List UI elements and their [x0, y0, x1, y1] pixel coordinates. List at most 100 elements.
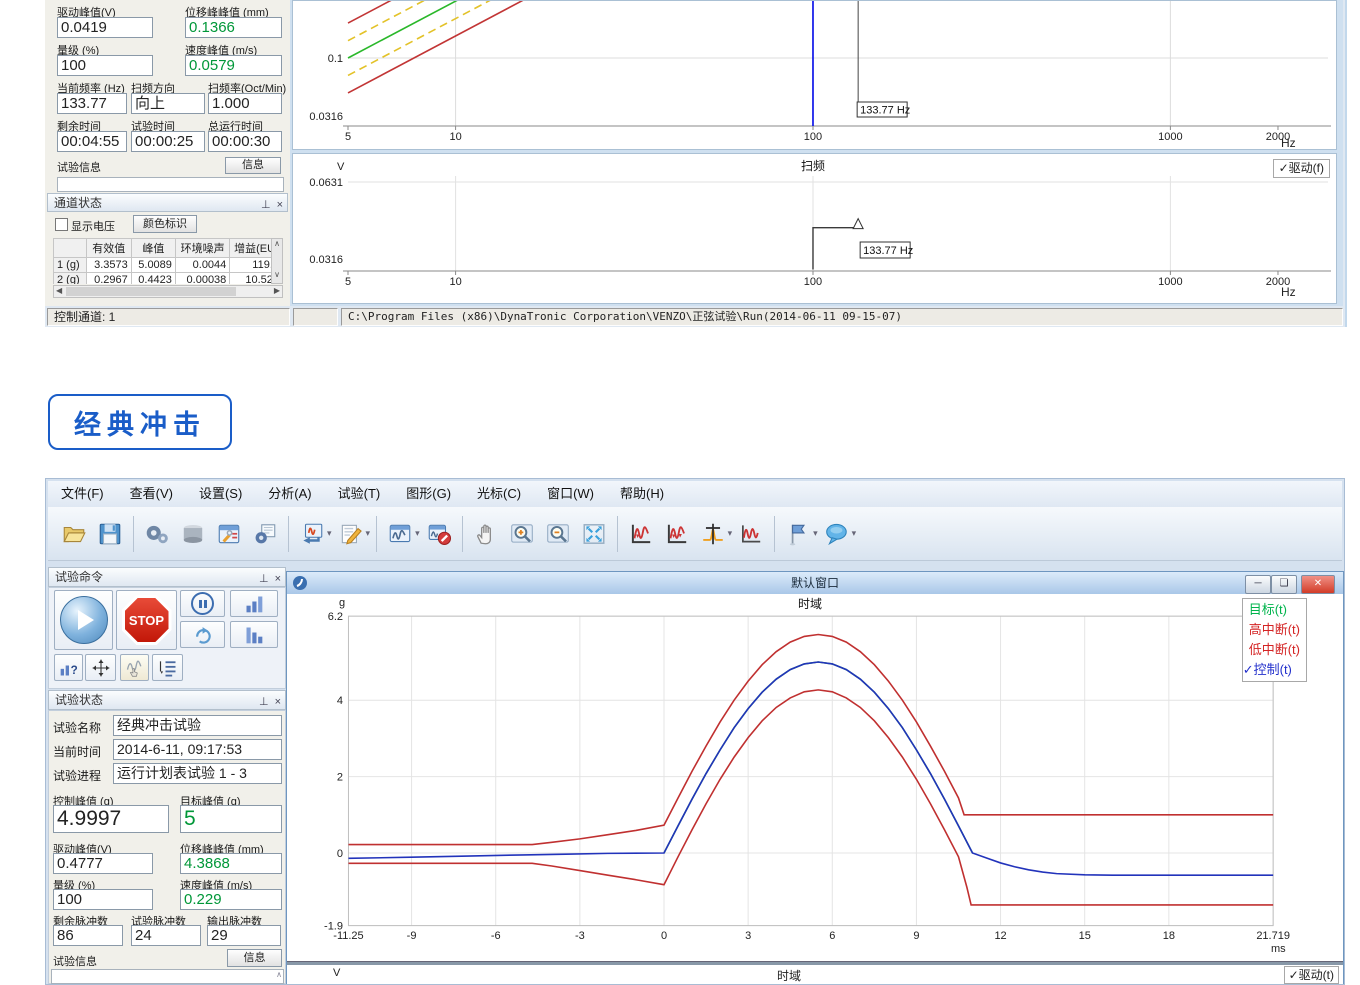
info-button[interactable]: 信息	[225, 157, 281, 174]
menu-view[interactable]: 查看(V)	[117, 481, 186, 507]
bars-up-icon	[243, 594, 265, 614]
channel-table-hscroll[interactable]: ◀ ▶	[53, 285, 283, 298]
flag-marker-icon[interactable]	[780, 516, 816, 552]
channel-table: 有效值峰值环境噪声增益(EU/1 (g)3.35735.00890.004411…	[53, 238, 283, 284]
menu-file[interactable]: 文件(F)	[48, 481, 117, 507]
status-row-label: 试验名称	[53, 719, 101, 736]
svg-text:5: 5	[345, 131, 351, 143]
manual-control-button[interactable]	[120, 654, 149, 681]
pin-icon[interactable]: ⊥	[259, 693, 269, 711]
legend-item[interactable]: 高中断(t)	[1249, 620, 1300, 640]
svg-text:0.0631: 0.0631	[309, 177, 343, 189]
signal-graph-icon[interactable]	[733, 516, 769, 552]
sweep-chart-panel: 扫频V133.77 Hz51010010002000Hz0.06310.0316…	[292, 153, 1337, 304]
scroll-up-icon[interactable]: ∧	[276, 970, 282, 979]
dropdown-arrow-icon[interactable]: ▾	[813, 528, 818, 539]
import-data-icon[interactable]	[294, 516, 330, 552]
center-position-button[interactable]	[85, 654, 116, 681]
check-level-button[interactable]: ?	[54, 654, 83, 681]
zoom-in-icon[interactable]	[504, 516, 540, 552]
status-row-value[interactable]: 运行计划表试验 1 - 3	[113, 763, 282, 784]
close-graph-icon[interactable]	[421, 516, 457, 552]
channel-col-header[interactable]: 有效值	[86, 239, 131, 258]
time-graph-icon[interactable]	[623, 516, 659, 552]
dropdown-arrow-icon[interactable]: ▾	[852, 528, 857, 539]
drive-legend-combo[interactable]: ✓驱动(t)	[1284, 966, 1339, 984]
comment-icon[interactable]	[819, 516, 855, 552]
legend-item[interactable]: 目标(t)	[1249, 600, 1300, 620]
cursor-tool-icon[interactable]	[695, 516, 731, 552]
dropdown-arrow-icon[interactable]: ▾	[415, 528, 420, 539]
close-icon[interactable]: ×	[277, 196, 283, 214]
dropdown-arrow-icon[interactable]: ▾	[327, 528, 332, 539]
channel-table-vscroll[interactable]: ∧∨	[271, 238, 283, 284]
sine-status-fields: 驱动峰值(V)0.0419位移峰峰值 (mm)0.1366量级 (%)100速度…	[45, 0, 290, 158]
menu-window[interactable]: 窗口(W)	[534, 481, 607, 507]
field-value: 0.1366	[185, 17, 282, 38]
scroll-left-icon[interactable]: ◀	[56, 286, 62, 295]
pin-icon[interactable]: ⊥	[259, 570, 269, 588]
chart-window-titlebar[interactable]: 默认窗口 ─ ❏ ✕	[287, 572, 1343, 595]
schedule-button[interactable]	[152, 654, 183, 681]
minimize-button[interactable]: ─	[1245, 575, 1271, 594]
shaker-setup-icon[interactable]	[175, 516, 211, 552]
pulse-count-value: 29	[207, 925, 281, 946]
menu-graph[interactable]: 图形(G)	[393, 481, 464, 507]
pin-icon[interactable]: ⊥	[261, 196, 271, 214]
freq-graph-icon[interactable]	[659, 516, 695, 552]
menu-analysis[interactable]: 分析(A)	[255, 481, 324, 507]
new-graph-window-icon[interactable]	[382, 516, 418, 552]
test-setup-icon[interactable]	[211, 516, 247, 552]
open-file-icon[interactable]	[56, 516, 92, 552]
info-button[interactable]: 信息	[227, 949, 282, 967]
zoom-out-icon[interactable]	[540, 516, 576, 552]
color-id-button[interactable]: 颜色标识	[133, 215, 197, 233]
show-voltage-checkbox[interactable]	[55, 218, 68, 231]
menu-settings[interactable]: 设置(S)	[186, 481, 255, 507]
menu-test[interactable]: 试验(T)	[325, 481, 394, 507]
scroll-thumb[interactable]	[66, 287, 236, 296]
sweep-marker[interactable]	[853, 219, 863, 229]
channel-row[interactable]: 2 (g)0.29670.44230.0003810.523	[54, 273, 283, 285]
zoom-fit-icon[interactable]	[576, 516, 612, 552]
series-drive	[813, 228, 858, 270]
sine-chart-area: 133.77 Hz51010010002000Hz0.10.0316 扫频V13…	[290, 0, 1343, 306]
menu-help[interactable]: 帮助(H)	[607, 481, 677, 507]
dropdown-arrow-icon[interactable]: ▾	[728, 528, 733, 539]
level-up-button[interactable]	[230, 590, 278, 617]
scroll-right-icon[interactable]: ▶	[274, 286, 280, 295]
channel-col-header[interactable]: 环境噪声	[175, 239, 229, 258]
channel-row[interactable]: 1 (g)3.35735.00890.0044119.2	[54, 258, 283, 273]
channel-cell: 0.4423	[131, 273, 175, 285]
system-settings-icon[interactable]	[139, 516, 175, 552]
channel-col-header[interactable]: 峰值	[131, 239, 175, 258]
edit-notes-icon[interactable]	[333, 516, 369, 552]
level-down-button[interactable]	[230, 621, 278, 648]
continue-button[interactable]	[180, 621, 225, 648]
menu-cursor[interactable]: 光标(C)	[464, 481, 534, 507]
classic-shock-badge: 经典冲击	[48, 394, 232, 450]
dropdown-arrow-icon[interactable]: ▾	[366, 528, 371, 539]
marker-label: 133.77 Hz	[863, 245, 913, 257]
legend-item[interactable]: ✓控制(t)	[1243, 660, 1300, 680]
pan-tool-icon[interactable]	[468, 516, 504, 552]
chart-legend[interactable]: 目标(t)高中断(t)低中断(t)✓控制(t)	[1242, 598, 1307, 682]
stop-button[interactable]: STOP	[116, 590, 177, 650]
close-icon[interactable]: ×	[275, 693, 281, 711]
close-icon[interactable]: ×	[275, 570, 281, 588]
control-parameters-icon[interactable]	[247, 516, 283, 552]
channel-col-header[interactable]	[54, 239, 87, 258]
test-info-box[interactable]: ∧	[51, 969, 284, 984]
status-row-value[interactable]: 2014-6-11, 09:17:53	[113, 739, 282, 760]
sweep-legend-combo[interactable]: ✓驱动(f)	[1273, 159, 1330, 178]
channel-cell: 3.3573	[86, 258, 131, 273]
restore-button[interactable]: ❏	[1271, 575, 1297, 594]
save-file-icon[interactable]	[92, 516, 128, 552]
start-button[interactable]	[54, 590, 113, 650]
status-row-value[interactable]: 经典冲击试验	[113, 715, 282, 736]
legend-item[interactable]: 低中断(t)	[1249, 640, 1300, 660]
series-warn-upper	[348, 1, 626, 41]
close-button[interactable]: ✕	[1301, 575, 1335, 594]
pause-button[interactable]	[180, 590, 225, 617]
chart-title: 时域	[798, 597, 822, 611]
